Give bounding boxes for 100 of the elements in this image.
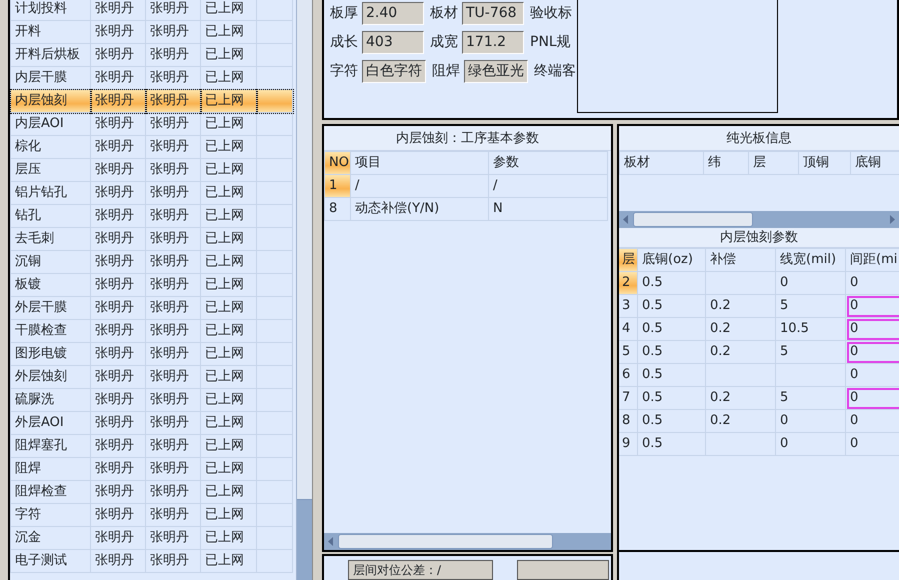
list-row[interactable]: 外层干膜 张明丹 张明丹 已上网 (10, 296, 292, 320)
blank-button[interactable] (517, 560, 609, 580)
input-field[interactable]: 绿色亚光 (464, 60, 528, 83)
vertical-scrollbar[interactable] (296, 0, 312, 580)
table-cell: 张明丹 (146, 412, 200, 434)
column-header[interactable]: 底铜(oz) (638, 248, 706, 272)
list-row[interactable]: 阻焊塞孔 张明丹 张明丹 已上网 (10, 434, 292, 458)
list-row[interactable]: 层压 张明丹 张明丹 已上网 (10, 158, 292, 182)
list-row[interactable]: 内层AOI 张明丹 张明丹 已上网 (10, 112, 292, 136)
table-cell: 棕化 (10, 136, 90, 158)
table-cell: 8 (324, 198, 350, 220)
table-cell: 张明丹 (146, 320, 200, 342)
input-field[interactable]: 171.2 (462, 31, 524, 54)
table-cell: 张明丹 (90, 550, 146, 572)
list-row[interactable]: 阻焊检查 张明丹 张明丹 已上网 (10, 480, 292, 504)
table-cell: 0.2 (706, 386, 776, 410)
table-cell: 0.5 (638, 410, 706, 432)
list-row[interactable]: 棕化 张明丹 张明丹 已上网 (10, 136, 292, 158)
list-row[interactable]: 内层蚀刻 张明丹 张明丹 已上网 (10, 90, 292, 112)
column-header[interactable]: 线宽(mil) (776, 248, 846, 272)
field-label: PNL规 (530, 33, 571, 52)
table-cell: 张明丹 (146, 136, 200, 158)
list-row[interactable]: 开料 张明丹 张明丹 已上网 (10, 20, 292, 44)
table-cell: 已上网 (200, 250, 256, 274)
table-cell: 0.2 (706, 318, 776, 340)
column-header[interactable]: 层 (748, 152, 798, 174)
input-field[interactable]: 2.40 (362, 2, 424, 25)
field-label: 阻焊 (432, 62, 460, 81)
table-cell: 开料后烘板 (10, 44, 90, 66)
table-cell: 张明丹 (90, 136, 146, 158)
table-cell: 4 (619, 318, 638, 340)
table-cell: 张明丹 (90, 458, 146, 480)
list-row[interactable]: 阻焊 张明丹 张明丹 已上网 (10, 458, 292, 480)
list-row[interactable]: 开料后烘板 张明丹 张明丹 已上网 (10, 44, 292, 66)
table-cell: 张明丹 (90, 250, 146, 274)
list-row[interactable]: 干膜检查 张明丹 张明丹 已上网 (10, 320, 292, 342)
table-cell: 0 (776, 432, 846, 456)
column-header[interactable]: 项目 (350, 152, 488, 174)
column-header[interactable]: 顶铜 (798, 152, 850, 174)
column-header[interactable]: 参数 (488, 152, 608, 174)
list-row[interactable]: 外层AOI 张明丹 张明丹 已上网 (10, 412, 292, 434)
table-cell: 张明丹 (146, 158, 200, 182)
list-row[interactable]: 板镀 张明丹 张明丹 已上网 (10, 274, 292, 296)
list-row[interactable]: 钻孔 张明丹 张明丹 已上网 (10, 204, 292, 228)
panel-title: 内层蚀刻参数 (619, 228, 899, 248)
column-header[interactable]: 板材 (620, 152, 704, 174)
horizontal-scrollbar[interactable] (619, 211, 899, 228)
table-cell: 计划投料 (10, 0, 90, 20)
column-header[interactable]: NO (324, 152, 350, 174)
column-header[interactable]: 间距(mi (846, 248, 899, 272)
table-cell: 已上网 (200, 458, 256, 480)
table-cell: 张明丹 (146, 20, 200, 44)
list-row[interactable]: 沉铜 张明丹 张明丹 已上网 (10, 250, 292, 274)
column-header[interactable]: 底铜 (850, 152, 899, 174)
table-cell: 已上网 (200, 526, 256, 550)
input-field[interactable]: TU-768 (462, 2, 524, 25)
input-field[interactable]: 白色字符 (362, 60, 426, 83)
table-cell: 张明丹 (90, 504, 146, 526)
table-cell: 图形电镀 (10, 342, 90, 366)
list-row[interactable]: 外层蚀刻 张明丹 张明丹 已上网 (10, 366, 292, 388)
list-row[interactable]: 去毛刺 张明丹 张明丹 已上网 (10, 228, 292, 250)
list-row[interactable]: 沉金 张明丹 张明丹 已上网 (10, 526, 292, 550)
horizontal-scrollbar[interactable] (324, 533, 611, 550)
table-cell: 7 (619, 386, 638, 410)
table-cell: 张明丹 (146, 366, 200, 388)
table-cell: 0 (846, 340, 899, 364)
table-cell: 0.2 (706, 410, 776, 432)
table-cell: 张明丹 (90, 44, 146, 66)
table-cell: 10.5 (776, 318, 846, 340)
table-cell: 动态补偿(Y/N) (350, 198, 488, 220)
table-cell: 5 (776, 294, 846, 318)
table-cell: 张明丹 (90, 228, 146, 250)
column-header[interactable]: 补偿 (706, 248, 776, 272)
table-cell: 已上网 (200, 296, 256, 320)
table-cell: 已上网 (200, 504, 256, 526)
field-label: 字符 (330, 62, 358, 81)
table-cell: 张明丹 (146, 480, 200, 504)
list-row[interactable]: 图形电镀 张明丹 张明丹 已上网 (10, 342, 292, 366)
input-field[interactable]: 403 (362, 31, 424, 54)
field-label: 成长 (330, 33, 358, 52)
field-label: 终端客 (534, 62, 576, 81)
table-cell: 已上网 (200, 366, 256, 388)
list-row[interactable]: 电子测试 张明丹 张明丹 已上网 (10, 550, 292, 572)
list-row[interactable]: 铝片钻孔 张明丹 张明丹 已上网 (10, 182, 292, 204)
table-cell: 电子测试 (10, 550, 90, 572)
table-cell: 张明丹 (146, 182, 200, 204)
column-header[interactable]: 层 (619, 248, 638, 272)
panel-title: 纯光板信息 (619, 126, 899, 151)
table-cell: 张明丹 (90, 20, 146, 44)
list-row[interactable]: 计划投料 张明丹 张明丹 已上网 (10, 0, 292, 20)
list-box[interactable]: 层间对位公差：/ (348, 560, 493, 580)
table-cell: 已上网 (200, 0, 256, 20)
table-cell: 0 (776, 410, 846, 432)
table-cell: 已上网 (200, 550, 256, 572)
table-cell: 已上网 (200, 158, 256, 182)
list-row[interactable]: 字符 张明丹 张明丹 已上网 (10, 504, 292, 526)
column-header[interactable]: 纬 (704, 152, 748, 174)
table-cell: 已上网 (200, 204, 256, 228)
table-cell: 0.2 (706, 294, 776, 318)
list-row[interactable]: 硫脲洗 张明丹 张明丹 已上网 (10, 388, 292, 412)
